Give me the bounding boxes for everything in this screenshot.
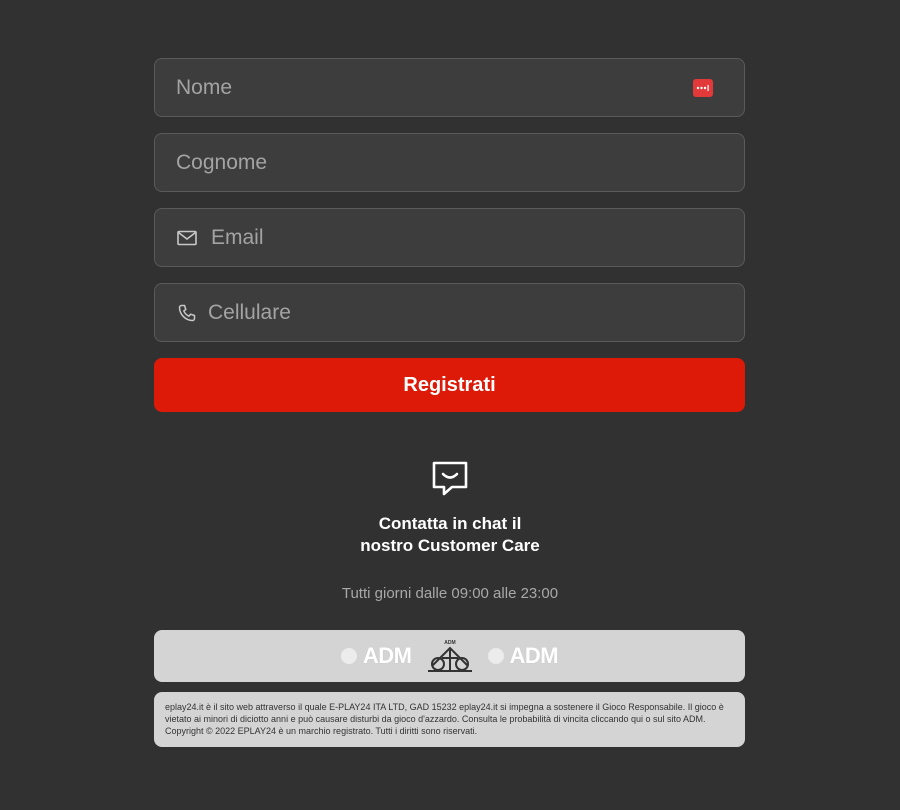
adm-emblem-label: ADM <box>444 640 455 646</box>
adm-logo-2[interactable]: ADM <box>487 643 559 669</box>
cognome-input[interactable] <box>176 150 723 175</box>
cellulare-input[interactable] <box>208 300 723 325</box>
adm-logo-1[interactable]: ADM <box>340 643 412 669</box>
adm-label: ADM <box>509 643 559 668</box>
registration-form: Registrati <box>154 58 745 412</box>
nome-input[interactable] <box>176 75 723 100</box>
cognome-field-wrapper <box>154 133 745 192</box>
support-hours: Tutti giorni dalle 09:00 alle 23:00 <box>341 585 559 602</box>
cellulare-field-wrapper <box>154 283 745 342</box>
registration-page: Registrati Contatta in chat il nostro Cu… <box>0 0 900 810</box>
mail-icon <box>176 227 198 249</box>
phone-icon <box>176 302 198 324</box>
adm-label: ADM <box>362 643 412 668</box>
nome-field-wrapper <box>154 58 745 117</box>
chat-link[interactable]: Contatta in chat il nostro Customer Care <box>0 513 900 557</box>
email-input[interactable] <box>211 225 723 250</box>
adm-emblem-icon[interactable]: ADM <box>426 638 474 674</box>
email-field-wrapper <box>154 208 745 267</box>
customer-care-section: Contatta in chat il nostro Customer Care… <box>0 460 900 602</box>
chat-label-line1: Contatta in chat il <box>378 514 522 533</box>
legal-disclaimer: eplay24.it è il sito web attraverso il q… <box>154 692 745 747</box>
register-button[interactable]: Registrati <box>154 358 745 412</box>
autofill-icon[interactable] <box>693 79 713 97</box>
adm-logos-bar: ADM ADM ADM <box>154 630 745 682</box>
adm-dot-icon <box>487 648 504 664</box>
chat-icon[interactable] <box>431 460 469 498</box>
adm-dot-icon <box>340 648 357 664</box>
chat-label-line2: nostro Customer Care <box>360 536 540 555</box>
